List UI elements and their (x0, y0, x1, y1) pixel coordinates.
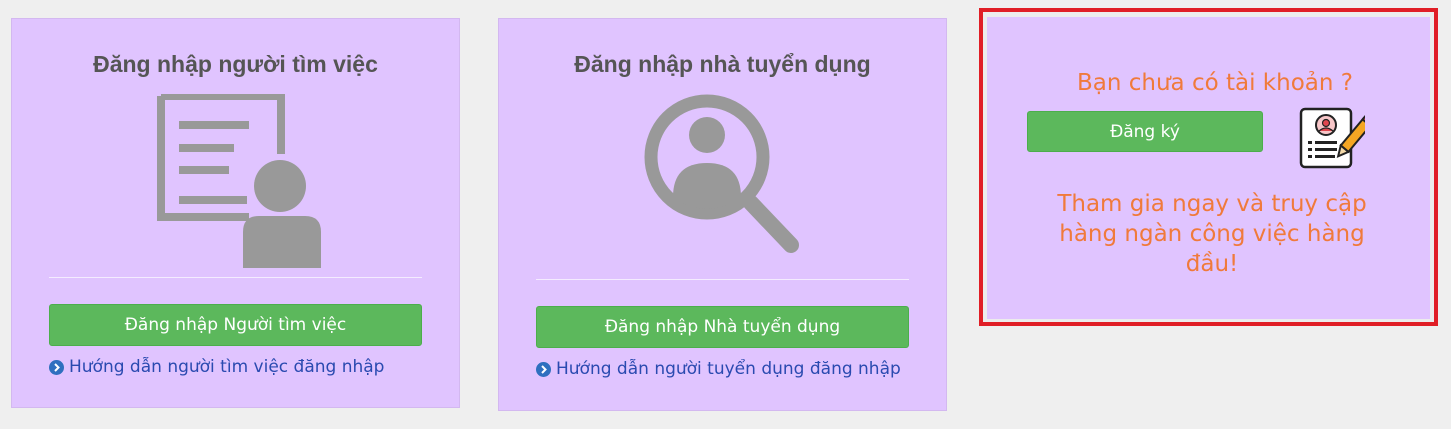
register-card: Bạn chưa có tài khoản ? Đăng ký Tham gia… (987, 17, 1430, 319)
magnifier-person-icon (644, 94, 799, 253)
employer-card-title: Đăng nhập nhà tuyển dụng (574, 51, 871, 77)
chevron-right-circle-icon (536, 361, 551, 377)
resume-form-pencil-icon (1299, 107, 1365, 169)
job-seeker-login-card: Đăng nhập người tìm việc Đăng nhập Người… (11, 18, 460, 408)
seeker-login-button[interactable]: Đăng nhập Người tìm việc (49, 304, 422, 346)
register-promo-text: Tham gia ngay và truy cập hàng ngàn công… (1057, 191, 1367, 277)
employer-help-link-label: Hướng dẫn người tuyển dụng đăng nhập (556, 359, 901, 379)
register-button[interactable]: Đăng ký (1027, 111, 1263, 152)
employer-help-link[interactable]: Hướng dẫn người tuyển dụng đăng nhập (536, 359, 901, 379)
employer-login-card: Đăng nhập nhà tuyển dụng Đăng nhập Nhà t… (498, 18, 947, 411)
seeker-divider (49, 277, 422, 278)
resume-person-icon (157, 94, 321, 268)
seeker-help-link-label: Hướng dẫn người tìm việc đăng nhập (69, 357, 385, 377)
employer-login-button[interactable]: Đăng nhập Nhà tuyển dụng (536, 306, 909, 348)
chevron-right-circle-icon (49, 359, 64, 375)
seeker-card-title: Đăng nhập người tìm việc (93, 51, 378, 77)
seeker-help-link[interactable]: Hướng dẫn người tìm việc đăng nhập (49, 357, 384, 377)
register-card-highlight: Bạn chưa có tài khoản ? Đăng ký Tham gia… (979, 8, 1438, 326)
register-question: Bạn chưa có tài khoản ? (1077, 70, 1353, 96)
employer-divider (536, 279, 909, 280)
